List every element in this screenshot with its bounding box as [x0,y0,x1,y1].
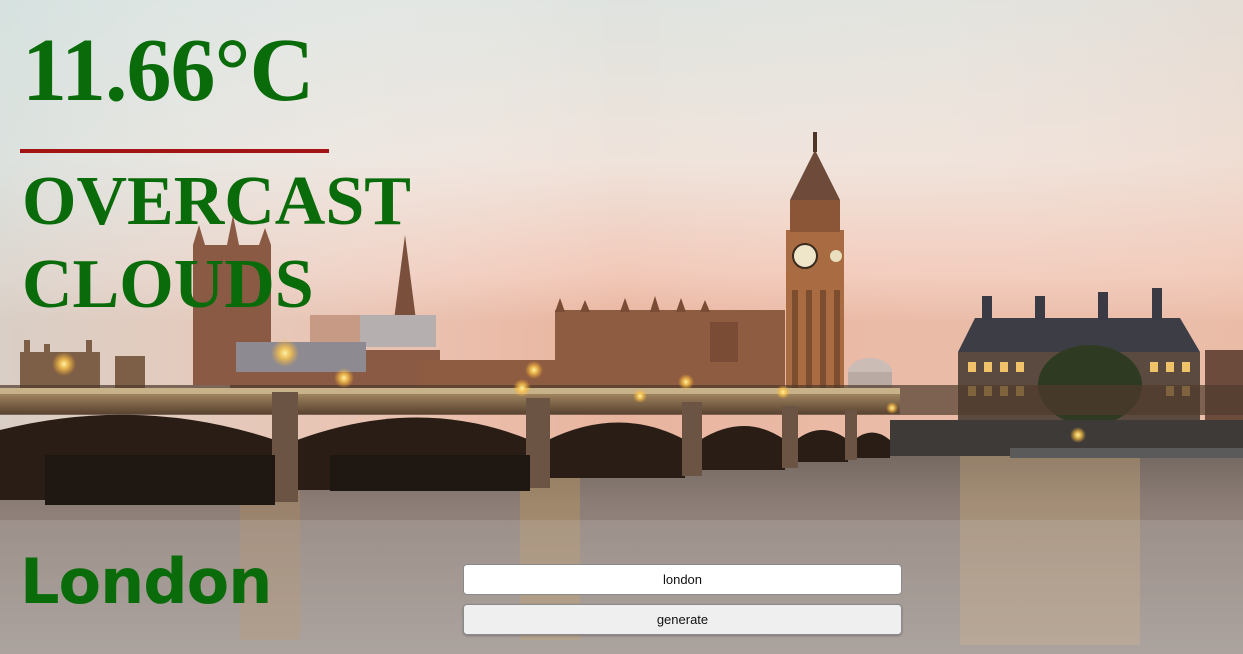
weather-description: overcast clouds [22,163,410,323]
title-divider [20,149,329,153]
temperature-value: 11.66°C [22,21,315,120]
city-input[interactable] [463,564,902,595]
city-name: London [20,545,272,618]
generate-button[interactable]: generate [463,604,902,635]
